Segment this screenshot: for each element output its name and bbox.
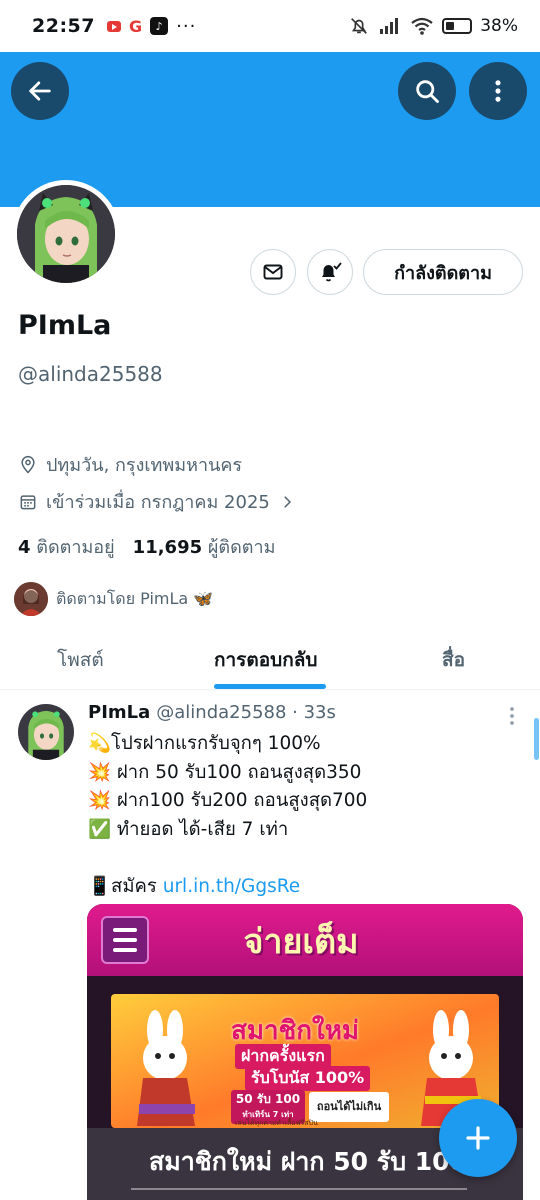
tweet-link[interactable]: url.in.th/GgsRe bbox=[163, 876, 300, 897]
tweet-body: 💫โปรฝากแรกรับจุกๆ 100% 💥 ฝาก 50 รับ100 ถ… bbox=[88, 730, 367, 901]
compose-post-button[interactable] bbox=[439, 1099, 517, 1177]
bell-check-icon bbox=[322, 262, 342, 282]
tab-replies[interactable]: การตอบกลับ bbox=[214, 630, 317, 690]
notifications-button[interactable] bbox=[307, 249, 353, 295]
more-options-button[interactable] bbox=[469, 62, 527, 120]
tweet-author-name[interactable]: PImLa bbox=[88, 702, 150, 723]
tweet-line: 💥 ฝาก 50 รับ100 ถอนสูงสุด350 bbox=[88, 761, 362, 783]
notification-icons: G ♪ ··· bbox=[106, 15, 197, 37]
followed-by-row[interactable]: ติดตามโดย PimLa 🦋 bbox=[14, 582, 213, 616]
following-stat[interactable]: 4 ติดตามอยู่ bbox=[18, 532, 115, 561]
tweet-header: PImLa @alinda25588 · 33s bbox=[88, 702, 336, 723]
signup-prefix: 📱สมัคร bbox=[88, 875, 163, 897]
promo-banner-footer: เล่นได้ทุกค่ายทำเสื้อฟรีสปิน bbox=[235, 1119, 318, 1127]
promo-caption: สมาชิกใหม่ ฝาก 50 รับ 100 bbox=[149, 1147, 467, 1176]
promo-header: จ่ายเต็ม bbox=[87, 904, 523, 976]
tab-media[interactable]: สื่อ bbox=[442, 630, 465, 690]
more-vertical-icon bbox=[495, 80, 501, 102]
profile-avatar[interactable] bbox=[12, 180, 120, 288]
tweet-line: 💥 ฝาก100 รับ200 ถอนสูงสุด700 bbox=[88, 790, 368, 811]
arrow-left-icon bbox=[29, 81, 51, 101]
search-icon bbox=[416, 80, 439, 103]
tweet-avatar[interactable] bbox=[18, 704, 74, 760]
following-button[interactable]: กำลังติดตาม bbox=[363, 249, 523, 295]
location-text: ปทุมวัน, กรุงเทพมหานคร bbox=[46, 455, 243, 476]
profile-tabs: โพสต์ การตอบกลับ สื่อ bbox=[0, 630, 540, 690]
promo-logo: จ่ายเต็ม bbox=[243, 922, 359, 962]
tweet-more-button[interactable] bbox=[506, 705, 518, 727]
tweet-signup-line: 📱สมัคร url.in.th/GgsRe bbox=[88, 873, 367, 902]
followed-by-text: ติดตามโดย PimLa 🦋 bbox=[56, 588, 214, 608]
battery-percent: 38% bbox=[480, 16, 518, 36]
following-label: ติดตามอยู่ bbox=[36, 537, 115, 558]
google-icon: G bbox=[128, 16, 143, 36]
tweet-line: 💫โปรฝากแรกรับจุกๆ 100% bbox=[88, 733, 321, 754]
promo-withdraw-box: ถอนได้ไม่เกิน 350 bbox=[309, 1092, 389, 1122]
status-bar: 22:57 G ♪ ··· 38% bbox=[0, 0, 540, 52]
followers-stat[interactable]: 11,695 ผู้ติดตาม bbox=[133, 532, 276, 561]
rabbit-mascot-icon bbox=[137, 1010, 195, 1126]
wifi-icon bbox=[411, 17, 433, 35]
following-count: 4 bbox=[18, 537, 31, 558]
signal-icon bbox=[380, 18, 399, 34]
joined-text: เข้าร่วมเมื่อ กรกฎาคม 2025 bbox=[46, 492, 270, 513]
battery-icon bbox=[442, 18, 473, 34]
more-notifications-icon: ··· bbox=[176, 15, 197, 37]
message-button[interactable] bbox=[250, 249, 296, 295]
follow-stats: 4 ติดตามอยู่ 11,695 ผู้ติดตาม bbox=[18, 532, 275, 561]
promo-divider bbox=[131, 1188, 467, 1190]
clock: 22:57 bbox=[32, 15, 95, 37]
tiktok-icon: ♪ bbox=[150, 17, 169, 35]
avatar-image bbox=[17, 185, 115, 283]
promo-banner: สมาชิกใหม่ ฝากครั้งแรก รับโบนัส 100% 50 … bbox=[111, 994, 499, 1128]
tweet-line: ✅ ทำยอด ได้-เสีย 7 เท่า bbox=[88, 818, 289, 840]
location-row: ปทุมวัน, กรุงเทพมหานคร bbox=[18, 450, 242, 479]
chevron-right-icon bbox=[284, 495, 291, 508]
scrollbar[interactable] bbox=[534, 718, 539, 760]
system-icons: 38% bbox=[348, 15, 518, 37]
followers-label: ผู้ติดตาม bbox=[207, 537, 276, 558]
search-button[interactable] bbox=[398, 62, 456, 120]
active-tab-indicator bbox=[214, 684, 326, 689]
followers-count: 11,695 bbox=[132, 537, 203, 558]
calendar-icon bbox=[20, 494, 36, 509]
hamburger-menu-icon bbox=[101, 916, 149, 964]
follower-avatar bbox=[14, 582, 48, 616]
tab-posts[interactable]: โพสต์ bbox=[57, 630, 104, 690]
tweet-meta: @alinda25588 · 33s bbox=[156, 702, 336, 723]
promo-deposit-text: 50 รับ 100 bbox=[235, 1092, 301, 1106]
more-vertical-icon bbox=[510, 707, 514, 725]
display-name: PImLa bbox=[18, 310, 112, 341]
plus-icon bbox=[466, 1126, 490, 1150]
location-pin-icon bbox=[21, 455, 35, 474]
back-button[interactable] bbox=[11, 62, 69, 120]
youtube-icon bbox=[106, 20, 121, 32]
user-handle: @alinda25588 bbox=[18, 362, 163, 386]
bell-muted-icon bbox=[351, 18, 368, 34]
mail-icon bbox=[263, 264, 283, 280]
promo-banner-bonus: รับโบนัส 100% bbox=[245, 1066, 371, 1091]
joined-row[interactable]: เข้าร่วมเมื่อ กรกฎาคม 2025 bbox=[18, 487, 296, 516]
